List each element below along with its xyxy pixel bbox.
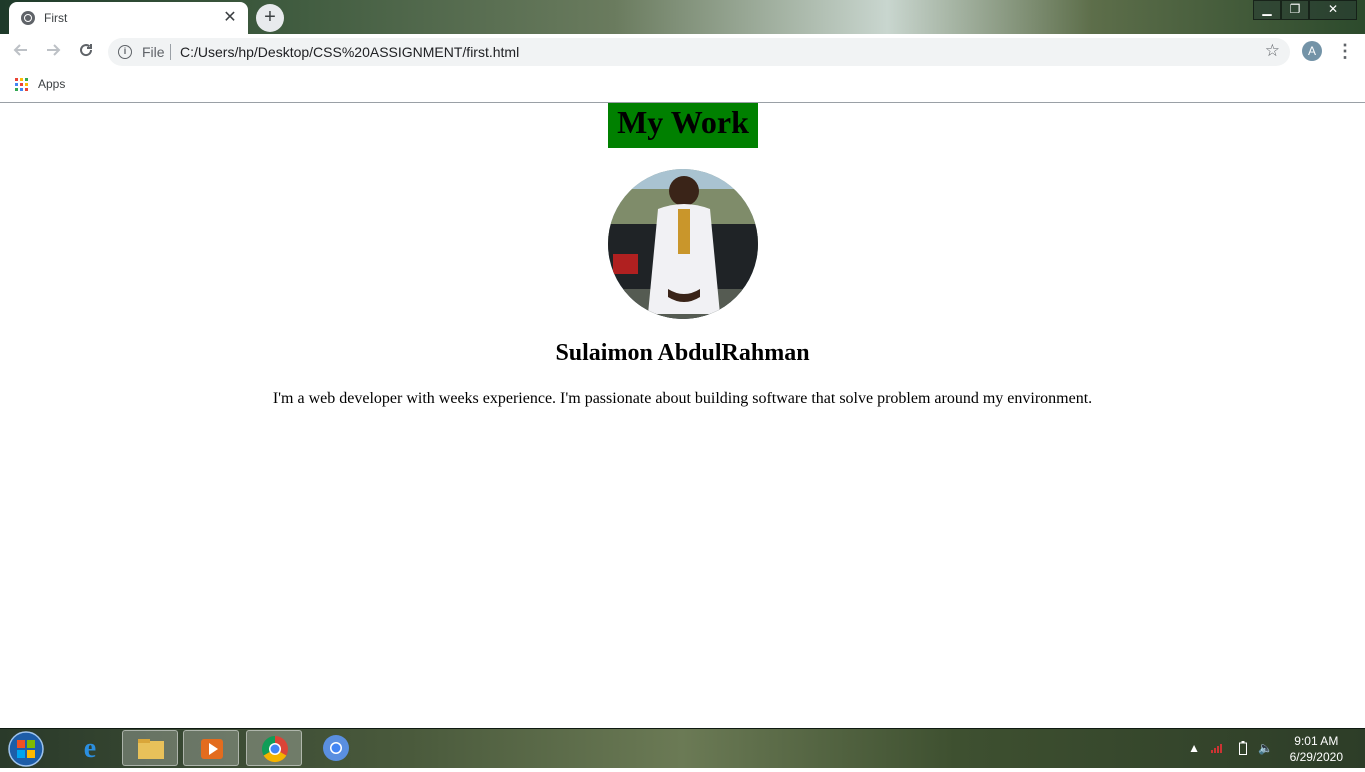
- start-button[interactable]: [6, 730, 46, 767]
- minimize-button[interactable]: ▁: [1253, 0, 1281, 20]
- forward-button[interactable]: [42, 41, 64, 63]
- volume-icon[interactable]: 🔈: [1258, 741, 1273, 755]
- close-window-button[interactable]: ✕: [1309, 0, 1357, 20]
- scheme-label: File: [142, 44, 165, 60]
- file-explorer-button[interactable]: [122, 730, 178, 766]
- browser-tab[interactable]: First ✕: [9, 2, 248, 34]
- media-player-icon: [201, 739, 223, 759]
- clock-date: 6/29/2020: [1289, 750, 1343, 764]
- clock[interactable]: 9:01 AM 6/29/2020: [1290, 733, 1343, 765]
- file-explorer-icon: [138, 739, 164, 759]
- menu-icon[interactable]: ⋮: [1336, 40, 1354, 62]
- window-controls: ▁ ❐ ✕: [1253, 0, 1357, 20]
- chrome-icon: [323, 735, 349, 761]
- reload-icon: [80, 44, 93, 57]
- chrome-icon: [261, 735, 288, 763]
- network-icon[interactable]: [1211, 741, 1225, 756]
- reload-button[interactable]: [75, 41, 97, 63]
- profile-photo: [608, 169, 758, 319]
- svg-text:e: e: [84, 733, 96, 764]
- browser-toolbar: i File C:/Users/hp/Desktop/CSS%20ASSIGNM…: [0, 34, 1365, 70]
- bookmarks-bar: Apps: [0, 70, 1365, 103]
- apps-shortcut[interactable]: Apps: [38, 77, 65, 91]
- back-button[interactable]: [10, 41, 32, 63]
- media-player-button[interactable]: [183, 730, 239, 766]
- clock-time: 9:01 AM: [1294, 734, 1339, 748]
- apps-grid-icon[interactable]: [15, 78, 28, 91]
- globe-icon: [21, 11, 35, 25]
- address-bar[interactable]: i File C:/Users/hp/Desktop/CSS%20ASSIGNM…: [108, 38, 1290, 66]
- forward-arrow-icon: [47, 44, 61, 56]
- page-content: My Work Sulaimon AbdulRahman I'm a web d…: [0, 103, 1365, 728]
- title-bar: First ✕ + ▁ ❐ ✕: [0, 0, 1365, 34]
- restore-button[interactable]: ❐: [1281, 0, 1309, 20]
- tab-close-button[interactable]: ✕: [220, 8, 240, 28]
- page-heading: My Work: [608, 103, 758, 148]
- info-icon[interactable]: i: [118, 45, 132, 59]
- internet-explorer-icon: e: [84, 733, 96, 764]
- new-tab-button[interactable]: +: [256, 4, 284, 32]
- chrome-button[interactable]: [246, 730, 302, 766]
- internet-explorer-button[interactable]: e: [62, 730, 118, 766]
- show-hidden-icons[interactable]: ▲: [1188, 741, 1200, 755]
- battery-icon[interactable]: [1239, 741, 1247, 758]
- profile-avatar[interactable]: A: [1302, 41, 1322, 61]
- windows-logo-icon: [8, 731, 44, 767]
- tab-title: First: [44, 11, 68, 25]
- divider: [170, 44, 171, 60]
- url-text[interactable]: C:/Users/hp/Desktop/CSS%20ASSIGNMENT/fir…: [180, 44, 519, 60]
- person-photo-icon: [608, 169, 758, 319]
- back-arrow-icon: [13, 44, 27, 56]
- bookmark-star-icon[interactable]: ☆: [1265, 41, 1280, 61]
- chrome-window-button[interactable]: [308, 730, 364, 766]
- taskbar: e ▲ 🔈 9:01 AM 6/29/2020: [0, 728, 1365, 768]
- person-name: Sulaimon AbdulRahman: [555, 340, 810, 366]
- bio-text: I'm a web developer with weeks experienc…: [272, 390, 1093, 407]
